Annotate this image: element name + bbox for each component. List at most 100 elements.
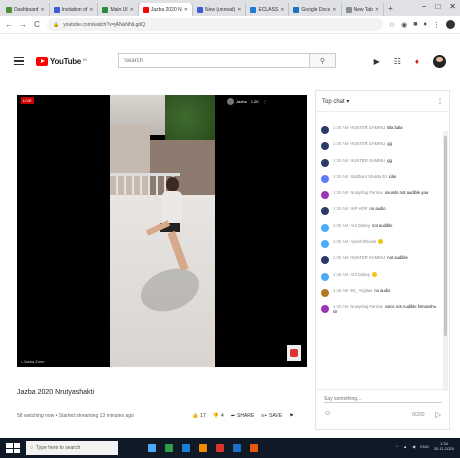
taskbar-app-icon[interactable] — [233, 444, 241, 452]
browser-profile-avatar[interactable] — [446, 20, 455, 29]
chat-avatar[interactable] — [321, 305, 329, 314]
chat-avatar[interactable] — [321, 158, 329, 167]
overlay-menu-icon[interactable]: ⋮ — [263, 99, 267, 104]
chat-avatar[interactable] — [321, 223, 329, 232]
close-tab-icon[interactable]: ✕ — [280, 7, 284, 13]
forward-icon[interactable]: → — [19, 20, 27, 29]
chat-avatar[interactable] — [321, 288, 329, 297]
extension-icon[interactable]: ♦ — [423, 21, 427, 28]
browser-tab[interactable]: Google Docs ✕ — [289, 3, 342, 16]
create-video-icon[interactable]: ▶ — [374, 57, 380, 66]
browser-tab[interactable]: Main UI ✕ — [98, 3, 139, 16]
chat-author[interactable]: HUNTER SAMINU — [350, 255, 385, 260]
like-button[interactable]: 👍 17 — [192, 413, 206, 419]
share-button[interactable]: ➦ SHARE — [231, 413, 254, 419]
chat-author[interactable]: HUNTER SAMINU — [350, 158, 385, 163]
taskbar-apps — [148, 444, 258, 452]
overlay-channel[interactable]: Jazba — [227, 98, 247, 105]
chat-message-input[interactable] — [324, 395, 442, 403]
chat-avatar[interactable] — [321, 207, 329, 216]
tab-favicon-icon — [293, 6, 300, 13]
close-tab-icon[interactable]: ✕ — [237, 7, 241, 13]
chat-message: 1:30 AM HUNTER SAMINU gg — [316, 141, 444, 157]
dislike-button[interactable]: 👎 4 — [213, 413, 224, 419]
close-window-icon[interactable]: ✕ — [449, 2, 456, 11]
chat-author[interactable]: Arti Dubey — [350, 223, 370, 228]
close-tab-icon[interactable]: ✕ — [375, 7, 379, 13]
live-chat-panel: Top chat ▾ ⋮ 1:30 AM HUNTER SAMINU Bla bal… — [315, 90, 450, 430]
language-indicator[interactable]: ENG — [420, 444, 429, 449]
chat-avatar[interactable] — [321, 174, 329, 183]
chat-menu-icon[interactable]: ⋮ — [437, 98, 443, 105]
chat-author[interactable]: Siddhant Shukla 03 — [350, 174, 386, 179]
close-tab-icon[interactable]: ✕ — [130, 7, 134, 13]
clock[interactable]: 1:34 20-11-2020 — [434, 441, 454, 451]
chat-avatar[interactable] — [321, 272, 329, 281]
player-corner-text: • Jazba Zone — [21, 359, 45, 364]
browser-tab[interactable]: Dashboard ✕ — [2, 3, 50, 16]
close-tab-icon[interactable]: ✕ — [89, 7, 93, 13]
maximize-icon[interactable]: □ — [435, 2, 440, 11]
new-tab-button[interactable]: + — [384, 4, 397, 13]
url-bar[interactable]: 🔒 youtube.com/watch?v=jANaNhiLgdQ — [47, 18, 383, 31]
minimize-icon[interactable]: − — [422, 2, 427, 11]
taskbar-app-icon[interactable] — [216, 444, 224, 452]
chat-timestamp: 1:30 AM — [333, 222, 349, 228]
volume-icon[interactable]: ◀ — [412, 444, 415, 449]
browser-tab[interactable]: Invitation of ✕ — [50, 3, 99, 16]
browser-tab[interactable]: ECLASS ✕ — [246, 3, 290, 16]
windows-start-icon[interactable] — [6, 443, 20, 453]
close-tab-icon[interactable]: ✕ — [184, 7, 188, 13]
reload-icon[interactable]: C — [33, 20, 41, 29]
chat-author[interactable]: HUNTER SAMINU — [350, 141, 385, 146]
chat-avatar[interactable] — [321, 142, 329, 151]
chat-header: Top chat ▾ ⋮ — [316, 91, 449, 112]
chat-avatar[interactable] — [321, 256, 329, 265]
tray-arrow-icon[interactable]: ^ — [396, 444, 398, 449]
back-icon[interactable]: ← — [5, 20, 13, 29]
taskbar-app-icon[interactable] — [199, 444, 207, 452]
video-player[interactable]: LIVE Jazba 1.2K ⋮ • Jazba Zone — [17, 95, 307, 367]
chat-author[interactable]: HIP HOP — [350, 206, 367, 211]
chat-avatar[interactable] — [321, 126, 329, 134]
chat-author[interactable]: Nrutyshaj Parmar — [350, 190, 383, 195]
taskbar-app-icon[interactable] — [182, 444, 190, 452]
chat-author[interactable]: HUNTER SAMINU — [350, 125, 385, 130]
hamburger-menu-icon[interactable] — [14, 57, 24, 65]
chat-author[interactable]: Arti Dubey — [350, 272, 370, 277]
report-icon[interactable]: ⚑ — [289, 413, 293, 419]
account-avatar[interactable] — [433, 55, 446, 68]
extension-icon[interactable]: ◉ — [401, 21, 407, 29]
save-button[interactable]: ≡+ SAVE — [261, 413, 282, 419]
emoji-picker-icon[interactable]: ☺ — [324, 410, 331, 417]
chat-author[interactable]: Nrutyshaj Parmar — [350, 304, 383, 309]
chat-author[interactable]: Ayush Bhuval — [350, 239, 376, 244]
search-bar: ⚲ — [118, 53, 336, 68]
search-input[interactable] — [119, 54, 309, 67]
browser-tab[interactable]: Jazba 2020 N ✕ — [138, 3, 193, 16]
browser-tab[interactable]: New Tab ✕ — [342, 3, 385, 16]
youtube-logo[interactable]: YouTube IN — [36, 56, 87, 66]
notifications-bell-icon[interactable]: ♦ — [415, 57, 419, 66]
taskbar-app-icon[interactable] — [250, 444, 258, 452]
chat-message: 1:30 AM HIP HOP no audio — [316, 206, 444, 222]
close-tab-icon[interactable]: ✕ — [332, 7, 336, 13]
chat-author[interactable]: Mr_ Yogitas — [350, 288, 372, 293]
top-chat-dropdown[interactable]: Top chat ▾ — [322, 98, 349, 105]
taskbar-app-icon[interactable] — [148, 444, 156, 452]
chat-scrollbar[interactable] — [443, 131, 448, 391]
extension-icon[interactable]: ■ — [413, 21, 417, 28]
chat-avatar[interactable] — [321, 191, 329, 200]
send-icon[interactable]: ▷ — [435, 410, 441, 419]
network-icon[interactable]: ▲ — [403, 444, 407, 449]
search-button[interactable]: ⚲ — [309, 54, 335, 67]
chat-avatar[interactable] — [321, 240, 329, 249]
menu-dots-icon[interactable]: ⋮ — [433, 21, 440, 29]
star-icon[interactable]: ☆ — [389, 21, 395, 29]
close-tab-icon[interactable]: ✕ — [40, 7, 44, 13]
chat-text: Like — [388, 173, 397, 179]
taskbar-app-icon[interactable] — [165, 444, 173, 452]
apps-grid-icon[interactable]: ☷ — [394, 57, 401, 66]
browser-tab[interactable]: New (unread) ✕ — [193, 3, 247, 16]
taskbar-search[interactable]: ○ Type here to search — [26, 441, 118, 455]
